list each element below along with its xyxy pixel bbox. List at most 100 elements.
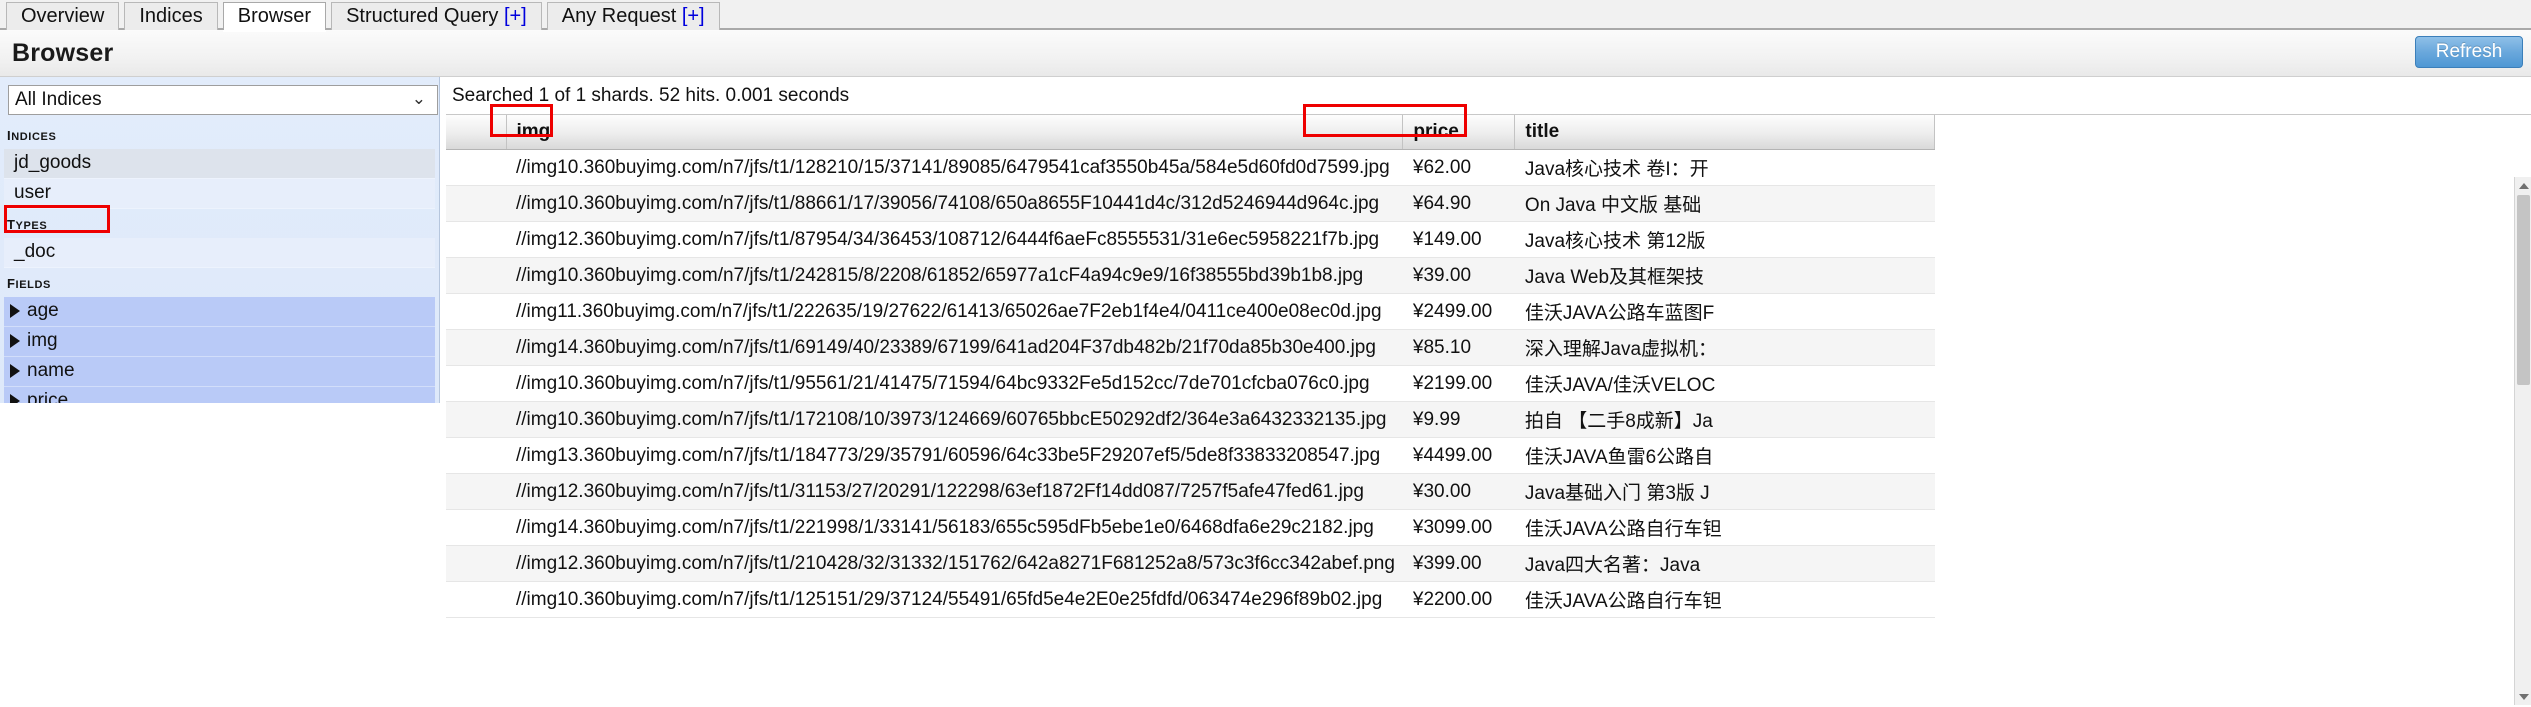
cell-score [446,257,506,294]
cell-img: //img14.360buyimg.com/n7/jfs/t1/69149/40… [506,329,1403,366]
cell-score [446,149,506,186]
cell-score [446,221,506,258]
refresh-button[interactable]: Refresh [2415,36,2523,68]
table-row[interactable]: //img14.360buyimg.com/n7/jfs/t1/69149/40… [446,329,1935,366]
tab-structured-query-plus[interactable]: [+] [504,5,527,27]
page-header: Browser Refresh [0,30,2531,77]
column-header-title[interactable]: title [1514,115,1936,150]
tab-any-request-label: Any Request [561,5,682,27]
section-heading-fields: Fields [7,272,51,293]
sidebar-item-doc[interactable]: _doc [4,238,435,268]
sidebar-field-age-label: age [27,300,59,321]
caret-up-icon[interactable] [2515,177,2531,194]
cell-score [446,509,506,546]
caret-right-icon[interactable] [10,304,20,318]
caret-right-icon[interactable] [10,334,20,348]
results-table-wrapper: re▲ img price title //img10.360buyimg.co… [446,114,2531,694]
cell-img: //img10.360buyimg.com/n7/jfs/t1/172108/1… [506,401,1403,438]
caret-right-icon[interactable] [10,394,20,403]
results-pane: Searched 1 of 1 shards. 52 hits. 0.001 s… [440,77,2531,705]
tab-indices-label: Indices [139,5,203,27]
scroll-thumb[interactable] [2517,195,2530,385]
sidebar-field-price[interactable]: price [4,387,435,403]
tab-structured-query-label: Structured Query [346,5,504,27]
search-status: Searched 1 of 1 shards. 52 hits. 0.001 s… [452,85,850,106]
table-row[interactable]: //img10.360buyimg.com/n7/jfs/t1/172108/1… [446,401,1935,438]
cell-score [446,293,506,330]
table-row[interactable]: //img12.360buyimg.com/n7/jfs/t1/210428/3… [446,545,1935,582]
tab-any-request-plus[interactable]: [+] [682,5,705,27]
cell-price: ¥3099.00 [1402,509,1515,546]
sidebar-field-img-label: img [27,330,58,351]
sidebar-item-jd-goods[interactable]: jd_goods [4,149,435,179]
cell-price: ¥399.00 [1402,545,1515,582]
table-row[interactable]: //img10.360buyimg.com/n7/jfs/t1/242815/8… [446,257,1935,294]
sidebar-item-user[interactable]: user [4,179,435,209]
cell-img: //img10.360buyimg.com/n7/jfs/t1/95561/21… [506,365,1403,402]
cell-title: 佳沃JAVA公路车蓝图F [1514,293,1935,330]
sidebar-field-name[interactable]: name [4,357,435,387]
column-header-price[interactable]: price [1402,115,1516,150]
cell-title: 佳沃JAVA鱼雷6公路自 [1514,437,1935,474]
sidebar: All Indices ⌄ Indices jd_goods user Type… [0,77,440,403]
cell-score [446,401,506,438]
index-select[interactable]: All Indices [8,85,438,115]
cell-img: //img13.360buyimg.com/n7/jfs/t1/184773/2… [506,437,1403,474]
cell-img: //img12.360buyimg.com/n7/jfs/t1/87954/34… [506,221,1403,258]
cell-score [446,473,506,510]
results-vertical-scrollbar[interactable] [2514,177,2531,705]
results-table: re▲ img price title //img10.360buyimg.co… [446,115,1936,618]
cell-score [446,581,506,618]
section-heading-types: Types [7,213,48,234]
tab-overview[interactable]: Overview [6,2,120,30]
cell-img: //img10.360buyimg.com/n7/jfs/t1/128210/1… [506,149,1403,186]
section-heading-indices: Indices [7,124,57,145]
tab-indices[interactable]: Indices [124,2,218,30]
sidebar-field-img[interactable]: img [4,327,435,357]
tab-browser[interactable]: Browser [222,2,327,30]
cell-img: //img12.360buyimg.com/n7/jfs/t1/210428/3… [506,545,1403,582]
table-row[interactable]: //img12.360buyimg.com/n7/jfs/t1/87954/34… [446,221,1935,258]
cell-title: 拍自 【二手8成新】Ja [1514,401,1935,438]
tab-any-request[interactable]: Any Request [+] [546,2,720,30]
table-row[interactable]: //img10.360buyimg.com/n7/jfs/t1/125151/2… [446,581,1935,618]
cell-price: ¥2199.00 [1402,365,1515,402]
cell-img: //img10.360buyimg.com/n7/jfs/t1/88661/17… [506,185,1403,222]
cell-title: 佳沃JAVA公路自行车钽 [1514,581,1935,618]
tab-overview-label: Overview [21,5,105,27]
cell-price: ¥62.00 [1402,149,1515,186]
caret-right-icon[interactable] [10,364,20,378]
cell-img: //img10.360buyimg.com/n7/jfs/t1/242815/8… [506,257,1403,294]
tab-structured-query[interactable]: Structured Query [+] [331,2,542,30]
sidebar-field-age[interactable]: age [4,297,435,327]
cell-price: ¥64.90 [1402,185,1515,222]
table-row[interactable]: //img10.360buyimg.com/n7/jfs/t1/95561/21… [446,365,1935,402]
cell-title: 深入理解Java虚拟机： [1514,329,1935,366]
cell-price: ¥2200.00 [1402,581,1515,618]
caret-down-icon[interactable] [2515,688,2531,705]
table-row[interactable]: //img14.360buyimg.com/n7/jfs/t1/221998/1… [446,509,1935,546]
cell-price: ¥85.10 [1402,329,1515,366]
table-row[interactable]: //img10.360buyimg.com/n7/jfs/t1/88661/17… [446,185,1935,222]
cell-img: //img14.360buyimg.com/n7/jfs/t1/221998/1… [506,509,1403,546]
column-header-img[interactable]: img [506,115,1404,150]
results-header-row: re▲ img price title [446,115,1936,150]
cell-score [446,437,506,474]
cell-score [446,185,506,222]
table-row[interactable]: //img13.360buyimg.com/n7/jfs/t1/184773/2… [446,437,1935,474]
column-header-score[interactable]: re▲ [446,115,507,150]
table-row[interactable]: //img10.360buyimg.com/n7/jfs/t1/128210/1… [446,149,1935,186]
cell-score [446,545,506,582]
sidebar-field-name-label: name [27,360,75,381]
cell-title: Java基础入门 第3版 J [1514,473,1935,510]
results-table-head: re▲ img price title [446,115,1936,150]
cell-img: //img12.360buyimg.com/n7/jfs/t1/31153/27… [506,473,1403,510]
cell-title: Java核心技术 第12版 [1514,221,1935,258]
tab-bar: Overview Indices Browser Structured Quer… [0,0,2531,30]
table-row[interactable]: //img11.360buyimg.com/n7/jfs/t1/222635/1… [446,293,1935,330]
cell-img: //img10.360buyimg.com/n7/jfs/t1/125151/2… [506,581,1403,618]
cell-title: On Java 中文版 基础 [1514,185,1935,222]
cell-title: Java核心技术 卷I：开 [1514,149,1935,186]
table-row[interactable]: //img12.360buyimg.com/n7/jfs/t1/31153/27… [446,473,1935,510]
cell-price: ¥2499.00 [1402,293,1515,330]
